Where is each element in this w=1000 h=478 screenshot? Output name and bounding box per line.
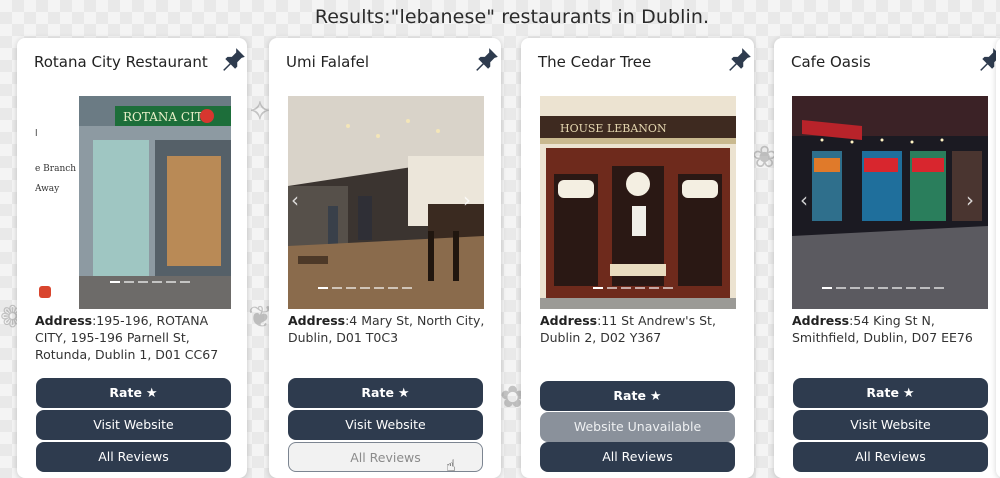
restaurant-address: Address:54 King St N, Smithfield, Dublin… [792, 312, 992, 346]
all-reviews-button[interactable]: All Reviews [793, 442, 988, 472]
pin-icon[interactable] [221, 46, 247, 72]
hand-cursor-icon: ☝ [446, 456, 456, 475]
rate-button[interactable]: Rate ★ [288, 378, 483, 408]
next-photo-icon[interactable]: › [966, 188, 974, 212]
restaurant-card-cafe-oasis: Cafe Oasis ‹ › Address:54 King St N, Smi… [774, 38, 1000, 478]
visit-website-button[interactable]: Visit Website [793, 410, 988, 440]
rate-label: Rate [613, 388, 646, 403]
restaurant-name: Rotana City Restaurant [34, 53, 208, 71]
restaurant-photo[interactable] [288, 96, 484, 309]
rate-button[interactable]: Rate ★ [540, 381, 735, 411]
visit-website-button[interactable]: Visit Website [288, 410, 483, 440]
restaurant-photo[interactable]: HOUSE LEBANON [540, 96, 736, 309]
restaurant-card-umi-falafel: Umi Falafel ‹ › Address:4 Mary St, North… [269, 38, 501, 478]
star-icon: ★ [902, 386, 915, 401]
pin-icon[interactable] [727, 46, 753, 72]
restaurant-card-rotana: Rotana City Restaurant ROTANA CITY l e B… [17, 38, 247, 478]
star-icon: ★ [397, 386, 410, 401]
restaurant-name: The Cedar Tree [538, 53, 652, 71]
prev-photo-icon[interactable]: ‹ [800, 188, 808, 212]
all-reviews-button[interactable]: All Reviews [540, 442, 735, 472]
restaurant-address: Address:195-196, ROTANA CITY, 195-196 Pa… [35, 312, 235, 363]
results-heading: Results:"lebanese" restaurants in Dublin… [314, 6, 710, 28]
next-photo-icon[interactable]: › [463, 188, 471, 212]
rate-label: Rate [109, 385, 142, 400]
rate-label: Rate [866, 385, 899, 400]
visit-website-button[interactable]: Visit Website [36, 410, 231, 440]
star-icon: ★ [649, 389, 662, 404]
sign-text: ROTANA CITY [123, 110, 212, 124]
restaurant-address: Address:11 St Andrew's St, Dublin 2, D02… [540, 312, 740, 346]
svg-text:e Branch: e Branch [35, 164, 76, 174]
address-label: Address [540, 313, 598, 328]
restaurant-photo[interactable] [792, 96, 988, 309]
rate-label: Rate [361, 385, 394, 400]
restaurant-address: Address:4 Mary St, North City, Dublin, D… [288, 312, 488, 346]
restaurant-name: Umi Falafel [286, 53, 370, 71]
restaurant-card-cedar-tree: The Cedar Tree HOUSE LEBANON Address:11 … [521, 38, 754, 478]
restaurant-photo[interactable]: ROTANA CITY l e Branch Away [35, 96, 231, 309]
prev-photo-icon[interactable]: ‹ [291, 188, 299, 212]
rate-button[interactable]: Rate ★ [36, 378, 231, 408]
fork-doodle-icon: ⟡ [250, 92, 270, 127]
restaurant-name: Cafe Oasis [791, 53, 871, 71]
pin-icon[interactable] [474, 46, 500, 72]
address-label: Address [35, 313, 93, 328]
star-icon: ★ [145, 386, 158, 401]
address-label: Address [792, 313, 850, 328]
rate-button[interactable]: Rate ★ [793, 378, 988, 408]
svg-text:l: l [35, 129, 38, 139]
website-unavailable-button: Website Unavailable [540, 412, 735, 442]
all-reviews-button[interactable]: All Reviews [36, 442, 231, 472]
svg-text:Away: Away [35, 184, 60, 194]
address-label: Address [288, 313, 346, 328]
sign-text: HOUSE LEBANON [560, 122, 667, 135]
restaurant-card-partial [996, 38, 1000, 478]
